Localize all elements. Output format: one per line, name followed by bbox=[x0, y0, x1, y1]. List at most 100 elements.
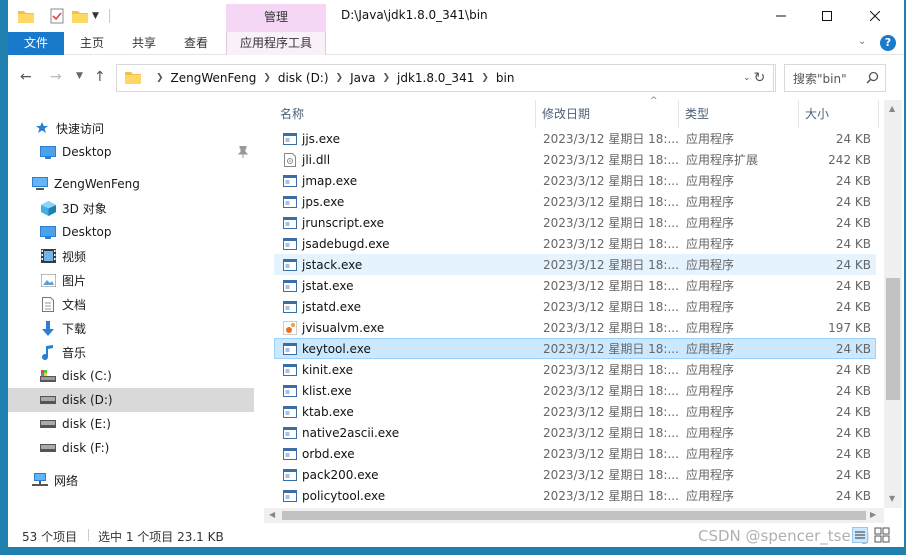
pin-icon[interactable] bbox=[237, 145, 249, 161]
column-header-name[interactable]: 名称 bbox=[274, 100, 536, 128]
breadcrumb-zengwenfeng[interactable]: ZengWenFeng bbox=[171, 71, 257, 85]
nav-item-pictures[interactable]: 图片 bbox=[8, 268, 254, 292]
help-icon[interactable]: ? bbox=[880, 35, 896, 51]
scroll-down-icon[interactable]: ▼ bbox=[889, 494, 895, 503]
nav-item-downloads[interactable]: 下载 bbox=[8, 316, 254, 340]
scroll-left-icon[interactable]: ◀ bbox=[269, 510, 275, 519]
file-date: 2023/3/12 星期日 18:... bbox=[543, 174, 679, 188]
computer-icon bbox=[32, 176, 48, 192]
scroll-right-icon[interactable]: ▶ bbox=[870, 510, 876, 519]
vertical-scroll-thumb[interactable] bbox=[886, 278, 900, 400]
file-row[interactable]: jli.dll 2023/3/12 星期日 18:... 应用程序扩展 242 KB bbox=[274, 149, 876, 170]
file-size: 24 KB bbox=[835, 236, 871, 251]
chevron-right-icon[interactable]: ❯ bbox=[336, 73, 344, 83]
nav-item-documents[interactable]: 文档 bbox=[8, 292, 254, 316]
chevron-right-icon[interactable]: ❯ bbox=[156, 73, 164, 83]
file-date: 2023/3/12 星期日 18:... bbox=[543, 237, 679, 251]
file-row[interactable]: jps.exe 2023/3/12 星期日 18:... 应用程序 24 KB bbox=[274, 191, 876, 212]
nav-item-desktop[interactable]: Desktop bbox=[8, 220, 254, 244]
tab-home[interactable]: 主页 bbox=[68, 32, 116, 55]
nav-item-disk-f[interactable]: disk (F:) bbox=[8, 436, 254, 460]
nav-item-pinned-desktop[interactable]: Desktop bbox=[8, 140, 254, 164]
exe-icon bbox=[283, 489, 297, 503]
nav-item-videos[interactable]: 视频 bbox=[8, 244, 254, 268]
file-row[interactable]: jstatd.exe 2023/3/12 星期日 18:... 应用程序 24 KB bbox=[274, 296, 876, 317]
breadcrumb-disk-d[interactable]: disk (D:) bbox=[278, 71, 329, 85]
folder-icon[interactable] bbox=[18, 7, 34, 25]
file-row[interactable]: jmap.exe 2023/3/12 星期日 18:... 应用程序 24 KB bbox=[274, 170, 876, 191]
file-row[interactable]: orbd.exe 2023/3/12 星期日 18:... 应用程序 24 KB bbox=[274, 443, 876, 464]
column-header-date[interactable]: 修改日期 bbox=[536, 100, 679, 128]
nav-item-disk-d[interactable]: disk (D:) bbox=[8, 388, 254, 412]
tab-share[interactable]: 共享 bbox=[120, 32, 168, 55]
file-row[interactable]: policytool.exe 2023/3/12 星期日 18:... 应用程序 24… bbox=[274, 485, 876, 506]
chevron-right-icon[interactable]: ❯ bbox=[263, 73, 271, 83]
exe-icon bbox=[283, 384, 297, 398]
tab-application-tools[interactable]: 应用程序工具 bbox=[226, 32, 326, 55]
large-icons-view-icon[interactable] bbox=[874, 527, 890, 543]
details-view-icon[interactable] bbox=[851, 526, 869, 544]
properties-icon[interactable] bbox=[50, 7, 64, 25]
nav-item-disk-c[interactable]: disk (C:) bbox=[8, 364, 254, 388]
nav-item-3d-objects[interactable]: 3D 对象 bbox=[8, 196, 254, 220]
breadcrumb-java[interactable]: Java bbox=[350, 71, 375, 85]
horizontal-scroll-thumb[interactable] bbox=[282, 511, 866, 520]
back-arrow-icon[interactable]: ← bbox=[20, 69, 32, 85]
close-button[interactable] bbox=[852, 0, 898, 32]
chevron-right-icon[interactable]: ❯ bbox=[382, 73, 390, 83]
file-row[interactable]: kinit.exe 2023/3/12 星期日 18:... 应用程序 24 KB bbox=[274, 359, 876, 380]
exe-icon bbox=[283, 132, 297, 146]
nav-item-label: 视频 bbox=[62, 249, 87, 264]
tab-file[interactable]: 文件 bbox=[8, 32, 64, 55]
vertical-scrollbar[interactable]: ▲ ▼ bbox=[884, 100, 902, 508]
exe-icon bbox=[283, 195, 297, 209]
file-row[interactable]: jrunscript.exe 2023/3/12 星期日 18:... 应用程序 24… bbox=[274, 212, 876, 233]
system-drive-icon bbox=[40, 368, 56, 384]
file-row[interactable]: jjs.exe 2023/3/12 星期日 18:... 应用程序 24 KB bbox=[274, 128, 876, 149]
file-type: 应用程序 bbox=[686, 489, 735, 503]
quick-access[interactable]: 快速访问 bbox=[8, 116, 254, 140]
search-input[interactable]: 搜索"bin" bbox=[784, 64, 886, 92]
file-name: jstack.exe bbox=[302, 257, 363, 272]
file-row[interactable]: pack200.exe 2023/3/12 星期日 18:... 应用程序 24 KB bbox=[274, 464, 876, 485]
file-row[interactable]: klist.exe 2023/3/12 星期日 18:... 应用程序 24 KB bbox=[274, 380, 876, 401]
column-header-type[interactable]: 类型 bbox=[679, 100, 799, 128]
tab-view[interactable]: 查看 bbox=[172, 32, 220, 55]
maximize-button[interactable] bbox=[804, 0, 850, 32]
new-folder-icon[interactable] bbox=[72, 7, 88, 25]
file-row[interactable]: jstat.exe 2023/3/12 星期日 18:... 应用程序 24 KB bbox=[274, 275, 876, 296]
nav-item-network[interactable]: 网络 bbox=[8, 468, 254, 492]
nav-item-label: 下载 bbox=[62, 321, 87, 336]
star-icon bbox=[34, 120, 50, 136]
column-header-size[interactable]: 大小 bbox=[799, 100, 879, 128]
address-bar[interactable]: ❯ ZengWenFeng ❯ disk (D:) ❯ Java ❯ jdk1.… bbox=[116, 64, 776, 92]
file-name: native2ascii.exe bbox=[302, 425, 400, 440]
horizontal-scrollbar[interactable]: ◀ ▶ bbox=[264, 508, 884, 523]
file-size: 242 KB bbox=[828, 152, 871, 167]
nav-item-disk-e[interactable]: disk (E:) bbox=[8, 412, 254, 436]
up-arrow-icon[interactable]: ↑ bbox=[94, 69, 106, 85]
breadcrumb-bin[interactable]: bin bbox=[496, 71, 515, 85]
file-row[interactable]: native2ascii.exe 2023/3/12 星期日 18:... 应用程序… bbox=[274, 422, 876, 443]
explorer-window: ▼ 管理 D:\Java\jdk1.8.0_341\bin 文件 主页 共享 查… bbox=[0, 0, 906, 555]
chevron-right-icon[interactable]: ❯ bbox=[481, 73, 489, 83]
file-row[interactable]: jstack.exe 2023/3/12 星期日 18:... 应用程序 24 KB bbox=[274, 254, 876, 275]
minimize-button[interactable] bbox=[758, 0, 804, 32]
breadcrumb-jdk[interactable]: jdk1.8.0_341 bbox=[397, 71, 474, 85]
file-name: jstat.exe bbox=[302, 278, 354, 293]
scroll-up-icon[interactable]: ▲ bbox=[889, 104, 895, 113]
recent-locations-dropdown-icon[interactable]: ▼ bbox=[76, 71, 83, 81]
nav-item-this-pc[interactable]: ZengWenFeng bbox=[8, 172, 254, 196]
file-row[interactable]: ktab.exe 2023/3/12 星期日 18:... 应用程序 24 KB bbox=[274, 401, 876, 422]
refresh-button[interactable]: ↻ bbox=[746, 64, 774, 92]
exe-icon bbox=[283, 426, 297, 440]
expand-ribbon-icon[interactable]: ⌄ bbox=[858, 36, 866, 47]
nav-item-music[interactable]: 音乐 bbox=[8, 340, 254, 364]
quick-access-dropdown-icon[interactable]: ▼ bbox=[92, 7, 99, 25]
manage-contextual-tab[interactable]: 管理 bbox=[226, 4, 326, 32]
file-row[interactable]: jsadebugd.exe 2023/3/12 星期日 18:... 应用程序 24 … bbox=[274, 233, 876, 254]
forward-arrow-icon[interactable]: → bbox=[50, 69, 62, 85]
file-row[interactable]: jvisualvm.exe 2023/3/12 星期日 18:... 应用程序 197… bbox=[274, 317, 876, 338]
file-type: 应用程序 bbox=[686, 237, 735, 251]
file-row[interactable]: keytool.exe 2023/3/12 星期日 18:... 应用程序 24 KB bbox=[274, 338, 876, 359]
